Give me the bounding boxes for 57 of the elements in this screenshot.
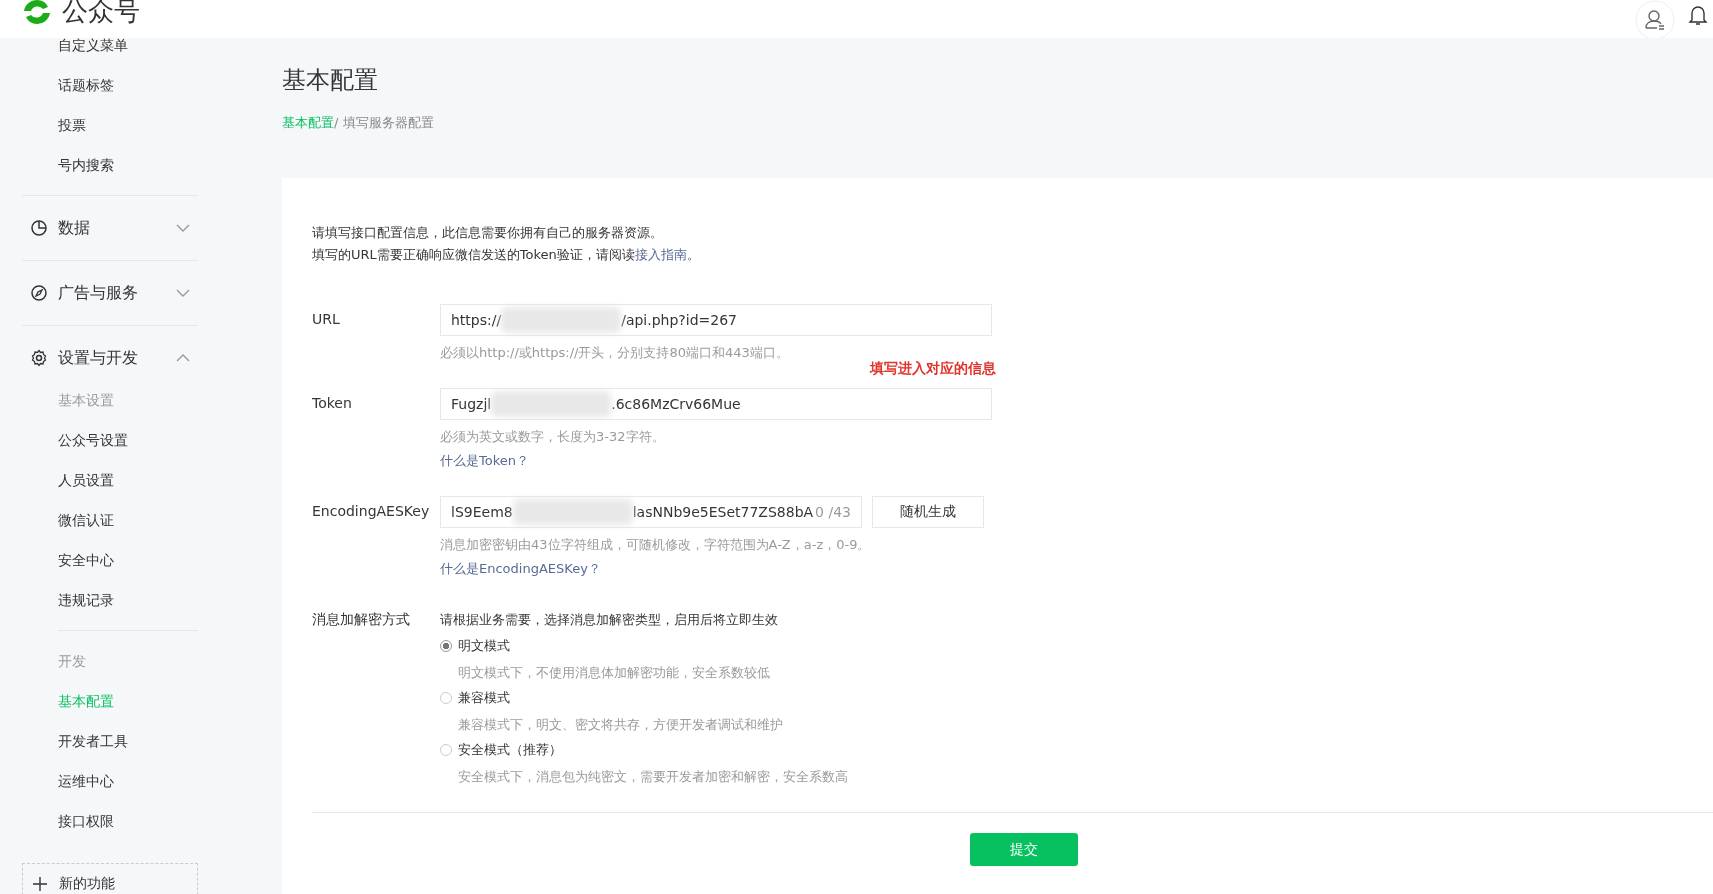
input-field[interactable]: lS9Eem8 lasNNb9e5ESet77ZS88bA 0 /43 bbox=[440, 496, 862, 528]
menu-item[interactable]: 安全中心 bbox=[22, 540, 198, 580]
chevron-down-icon bbox=[176, 224, 190, 232]
field-label: Token bbox=[312, 394, 353, 413]
menu-item[interactable]: 运维中心 bbox=[22, 761, 198, 801]
menu-section[interactable]: 数据 bbox=[22, 206, 198, 250]
radio-option[interactable]: 兼容模式 bbox=[440, 688, 510, 708]
help-link[interactable]: 什么是Token？ bbox=[440, 452, 529, 470]
menu-item[interactable]: 话题标签 bbox=[22, 65, 198, 105]
hint-text: 必须为英文或数字，长度为3-32字符。 bbox=[440, 428, 665, 446]
menu-item[interactable]: 人员设置 bbox=[22, 460, 198, 500]
intro-text: 请填写接口配置信息，此信息需要你拥有自己的服务器资源。 bbox=[312, 224, 664, 242]
radio-button[interactable] bbox=[440, 692, 452, 704]
chevron-up-icon bbox=[176, 354, 190, 362]
help-link[interactable]: 什么是EncodingAESKey？ bbox=[440, 560, 601, 578]
hint-text: 必须以http://或https://开头，分别支持80端口和443端口。 bbox=[440, 344, 789, 362]
input-field[interactable]: Fugzjl .6c86MzCrv66Mue bbox=[440, 388, 992, 420]
generate-button[interactable]: 随机生成 bbox=[872, 496, 984, 528]
prompt-text: 请根据业务需要，选择消息加解密类型，启用后将立即生效 bbox=[440, 611, 778, 629]
compass-icon bbox=[30, 284, 48, 302]
menu-section[interactable]: 广告与服务 bbox=[22, 271, 198, 315]
user-switch-icon bbox=[1635, 0, 1675, 38]
option-description: 兼容模式下，明文、密文将共存，方便开发者调试和维护 bbox=[457, 716, 783, 734]
option-description: 明文模式下，不使用消息体加解密功能，安全系数较低 bbox=[457, 664, 770, 682]
page-title: 基本配置 bbox=[282, 65, 379, 96]
option-description: 安全模式下，消息包为纯密文，需要开发者加密和解密，安全系数高 bbox=[457, 768, 848, 786]
annotation-text: 填写进入对应的信息 bbox=[870, 360, 996, 378]
plus-icon bbox=[33, 877, 47, 891]
menu-item[interactable]: 违规记录 bbox=[22, 580, 198, 620]
menu-section[interactable]: 设置与开发 bbox=[22, 336, 198, 380]
menu-heading: 基本设置 bbox=[57, 391, 115, 410]
menu-heading: 开发 bbox=[57, 652, 87, 671]
input-field[interactable]: https:// /api.php?id=267 bbox=[440, 304, 992, 336]
chevron-down-icon bbox=[176, 289, 190, 297]
intro-text: 填写的URL需要正确响应微信发送的Token验证，请阅读接入指南。 bbox=[312, 246, 701, 264]
radio-button[interactable] bbox=[440, 744, 452, 756]
menu-item[interactable]: 投票 bbox=[22, 105, 198, 145]
settings-icon bbox=[30, 349, 48, 367]
menu-item[interactable]: 接口权限 bbox=[22, 801, 198, 841]
radio-button[interactable] bbox=[440, 640, 452, 652]
field-label: URL bbox=[312, 310, 341, 329]
menu-item[interactable]: 自定义菜单 bbox=[22, 38, 198, 65]
hint-text: 消息加密密钥由43位字符组成，可随机修改，字符范围为A-Z，a-z，0-9。 bbox=[440, 536, 871, 554]
radio-option[interactable]: 安全模式（推荐） bbox=[440, 740, 562, 760]
new-feature-button[interactable]: 新的功能 bbox=[22, 863, 198, 894]
field-label: EncodingAESKey bbox=[312, 502, 431, 521]
character-counter: 0 /43 bbox=[815, 504, 851, 520]
menu-item[interactable]: 号内搜索 bbox=[22, 145, 198, 185]
guide-link[interactable]: 接入指南 bbox=[634, 247, 687, 262]
field-label: 消息加解密方式 bbox=[312, 610, 411, 629]
menu-item[interactable]: 公众号设置 bbox=[22, 420, 198, 460]
radio-option[interactable]: 明文模式 bbox=[440, 636, 510, 656]
menu-item[interactable]: 开发者工具 bbox=[22, 721, 198, 761]
new-feature-label: 新的功能 bbox=[59, 875, 115, 893]
pie-chart-icon bbox=[30, 219, 48, 237]
breadcrumb-current: / 填写服务器配置 bbox=[334, 115, 434, 130]
menu-item[interactable]: 微信认证 bbox=[22, 500, 198, 540]
